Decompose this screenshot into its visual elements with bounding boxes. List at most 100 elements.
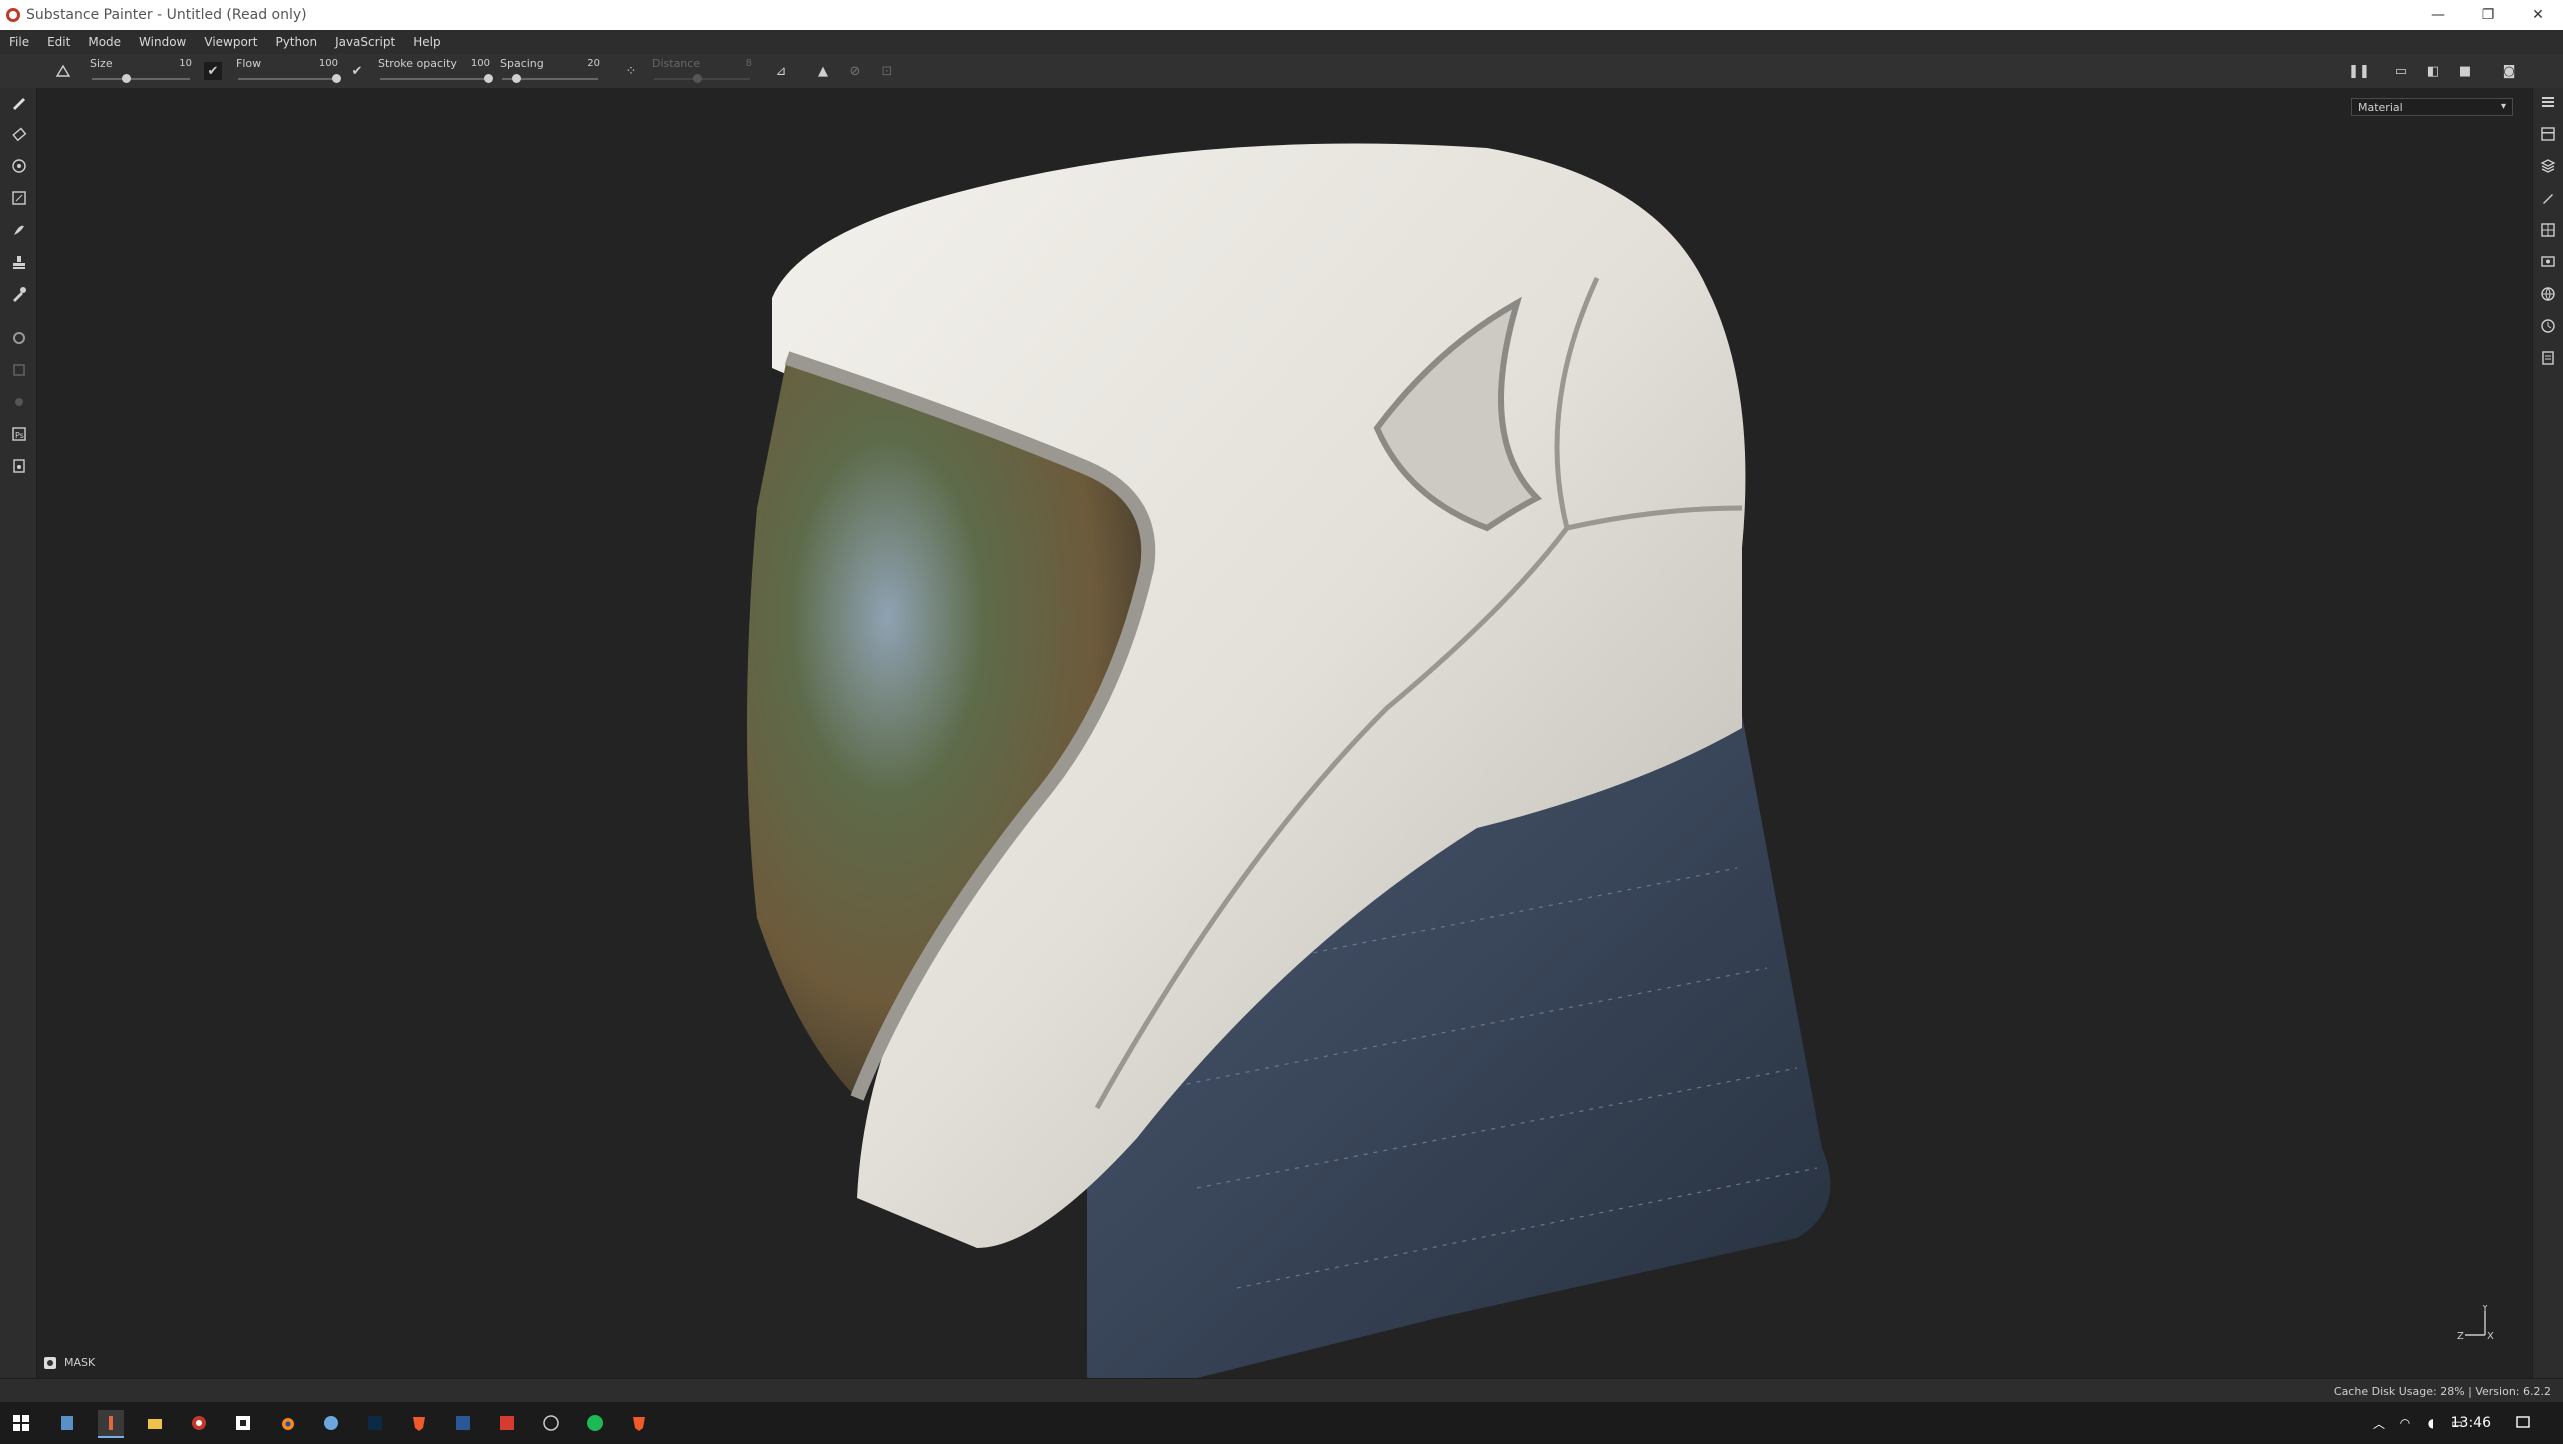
shelf-icon[interactable] bbox=[2539, 221, 2557, 239]
history-icon[interactable] bbox=[2539, 317, 2557, 335]
volume-icon[interactable]: ◖ bbox=[2418, 1410, 2444, 1436]
channel-dropdown-value: Material bbox=[2358, 100, 2403, 114]
flow-slider[interactable]: Flow 100 bbox=[236, 54, 341, 88]
flow-value[interactable]: 100 bbox=[319, 58, 338, 69]
layers-icon[interactable] bbox=[2539, 157, 2557, 175]
brush-preset-icon[interactable] bbox=[54, 62, 72, 80]
tools-sidebar: Ps bbox=[0, 88, 37, 1378]
stroke-opacity-slider[interactable]: Stroke opacity 100 bbox=[378, 54, 493, 88]
brave-second-icon[interactable] bbox=[626, 1410, 652, 1436]
windows-start-icon[interactable] bbox=[8, 1410, 34, 1436]
channel-dropdown[interactable]: Material ▾ bbox=[2351, 98, 2513, 116]
plugin-icon[interactable] bbox=[9, 456, 29, 476]
mirror-icon[interactable]: ▲ bbox=[814, 62, 832, 80]
menu-python[interactable]: Python bbox=[266, 35, 326, 49]
flow-slider-handle[interactable] bbox=[332, 74, 341, 83]
axis-y-label: Y bbox=[2481, 1305, 2489, 1314]
panels-sidebar bbox=[2532, 88, 2563, 1378]
pause-icon[interactable]: ❚❚ bbox=[2348, 62, 2370, 80]
symmetry-icon[interactable]: ⊿ bbox=[772, 62, 790, 80]
size-value[interactable]: 10 bbox=[179, 58, 192, 69]
mask-label: MASK bbox=[64, 1356, 96, 1369]
mask-toggle[interactable]: MASK bbox=[44, 1356, 95, 1369]
blender-icon[interactable] bbox=[274, 1410, 300, 1436]
size-label: Size bbox=[90, 57, 113, 70]
word-icon[interactable] bbox=[450, 1410, 476, 1436]
menu-help[interactable]: Help bbox=[404, 35, 449, 49]
browser-icon[interactable] bbox=[318, 1410, 344, 1436]
eraser-icon[interactable] bbox=[9, 124, 29, 144]
menu-viewport[interactable]: Viewport bbox=[195, 35, 266, 49]
screenshot-icon[interactable]: ◙ bbox=[2500, 62, 2518, 80]
pen-pressure-size-icon[interactable]: ✔ bbox=[204, 62, 222, 80]
menu-edit[interactable]: Edit bbox=[38, 35, 79, 49]
tool-properties-bar: Size 10 ✔ Flow 100 ✔ Stroke opacity 100 … bbox=[0, 54, 2563, 89]
network-icon[interactable]: ◠ bbox=[2392, 1410, 2418, 1436]
acrobat-icon[interactable] bbox=[494, 1410, 520, 1436]
substance-painter-icon bbox=[6, 8, 20, 22]
log-icon[interactable] bbox=[2539, 349, 2557, 367]
transform-icon[interactable]: ⊡ bbox=[878, 62, 896, 80]
projection-icon[interactable] bbox=[9, 156, 29, 176]
stroke-opacity-value[interactable]: 100 bbox=[471, 58, 490, 69]
substance-app-icon[interactable] bbox=[98, 1410, 124, 1438]
view-3d-icon[interactable]: ◧ bbox=[2424, 62, 2442, 80]
properties-icon[interactable] bbox=[2539, 189, 2557, 207]
menu-bar: File Edit Mode Window Viewport Python Ja… bbox=[0, 30, 2563, 54]
camera-icon[interactable]: ■ bbox=[2456, 62, 2474, 80]
menu-window[interactable]: Window bbox=[130, 35, 195, 49]
spacing-value[interactable]: 20 bbox=[587, 58, 600, 69]
spacing-slider-handle[interactable] bbox=[512, 74, 522, 83]
menu-file[interactable]: File bbox=[0, 35, 38, 49]
menu-mode[interactable]: Mode bbox=[79, 35, 130, 49]
file-explorer-icon[interactable] bbox=[142, 1410, 168, 1436]
clone-stamp-icon[interactable] bbox=[9, 252, 29, 272]
texture-set-settings-icon[interactable] bbox=[2539, 125, 2557, 143]
environment-icon[interactable] bbox=[2539, 285, 2557, 303]
lazy-mouse-icon[interactable]: ⁘ bbox=[622, 62, 640, 80]
status-bar: Cache Disk Usage: 28% | Version: 6.2.2 bbox=[0, 1378, 2563, 1403]
restore-button[interactable]: ❐ bbox=[2463, 0, 2513, 30]
size-slider-handle[interactable] bbox=[122, 74, 132, 83]
substance-painter-taskbar-icon[interactable] bbox=[186, 1410, 212, 1436]
distance-value: 8 bbox=[745, 58, 752, 69]
distance-slider-handle bbox=[693, 74, 703, 83]
mirror-axis-icon[interactable]: ⊘ bbox=[846, 62, 864, 80]
axis-gizmo: Y Z X bbox=[2455, 1303, 2505, 1349]
bake-icon[interactable] bbox=[9, 328, 29, 348]
texture-set-list-icon[interactable] bbox=[2539, 93, 2557, 111]
chevron-down-icon: ▾ bbox=[2500, 101, 2506, 112]
close-button[interactable]: ✕ bbox=[2513, 0, 2563, 30]
os-taskbar: ︿ ◠ ◖ ▭ 13:46 bbox=[0, 1402, 2563, 1444]
tray-chevron-icon[interactable]: ︿ bbox=[2366, 1410, 2392, 1436]
display-settings-icon[interactable] bbox=[2539, 253, 2557, 271]
stroke-opacity-slider-handle[interactable] bbox=[484, 74, 493, 83]
menu-javascript[interactable]: JavaScript bbox=[326, 35, 404, 49]
photoshop-send-icon[interactable]: Ps bbox=[9, 424, 29, 444]
3d-viewport[interactable] bbox=[37, 88, 2532, 1378]
size-slider[interactable]: Size 10 bbox=[90, 54, 192, 88]
distance-label: Distance bbox=[652, 57, 701, 70]
clock-app-icon[interactable] bbox=[538, 1410, 564, 1436]
paint-brush-icon[interactable] bbox=[9, 92, 29, 112]
view-2d-icon[interactable]: ▭ bbox=[2392, 62, 2410, 80]
export-icon[interactable] bbox=[9, 360, 29, 380]
photoshop-icon[interactable] bbox=[362, 1410, 388, 1436]
cache-disk-usage: Cache Disk Usage: 28% | Version: 6.2.2 bbox=[2333, 1385, 2551, 1398]
task-view-icon[interactable] bbox=[54, 1410, 80, 1436]
mask-icon bbox=[44, 1356, 56, 1369]
color-picker-icon[interactable] bbox=[9, 284, 29, 304]
spotify-icon[interactable] bbox=[582, 1410, 608, 1436]
pen-pressure-flow-icon[interactable]: ✔ bbox=[348, 62, 366, 80]
settings-icon[interactable] bbox=[9, 392, 29, 412]
notifications-icon[interactable] bbox=[2510, 1410, 2536, 1436]
minimize-button[interactable]: — bbox=[2413, 0, 2463, 30]
smudge-icon[interactable] bbox=[9, 220, 29, 240]
polygon-fill-icon[interactable] bbox=[9, 188, 29, 208]
helmet-model bbox=[747, 143, 1831, 1378]
visual-studio-icon[interactable] bbox=[230, 1410, 256, 1436]
spacing-slider[interactable]: Spacing 20 bbox=[500, 54, 600, 88]
svg-text:Ps: Ps bbox=[15, 431, 24, 440]
stroke-opacity-label: Stroke opacity bbox=[378, 57, 457, 70]
brave-icon[interactable] bbox=[406, 1410, 432, 1436]
